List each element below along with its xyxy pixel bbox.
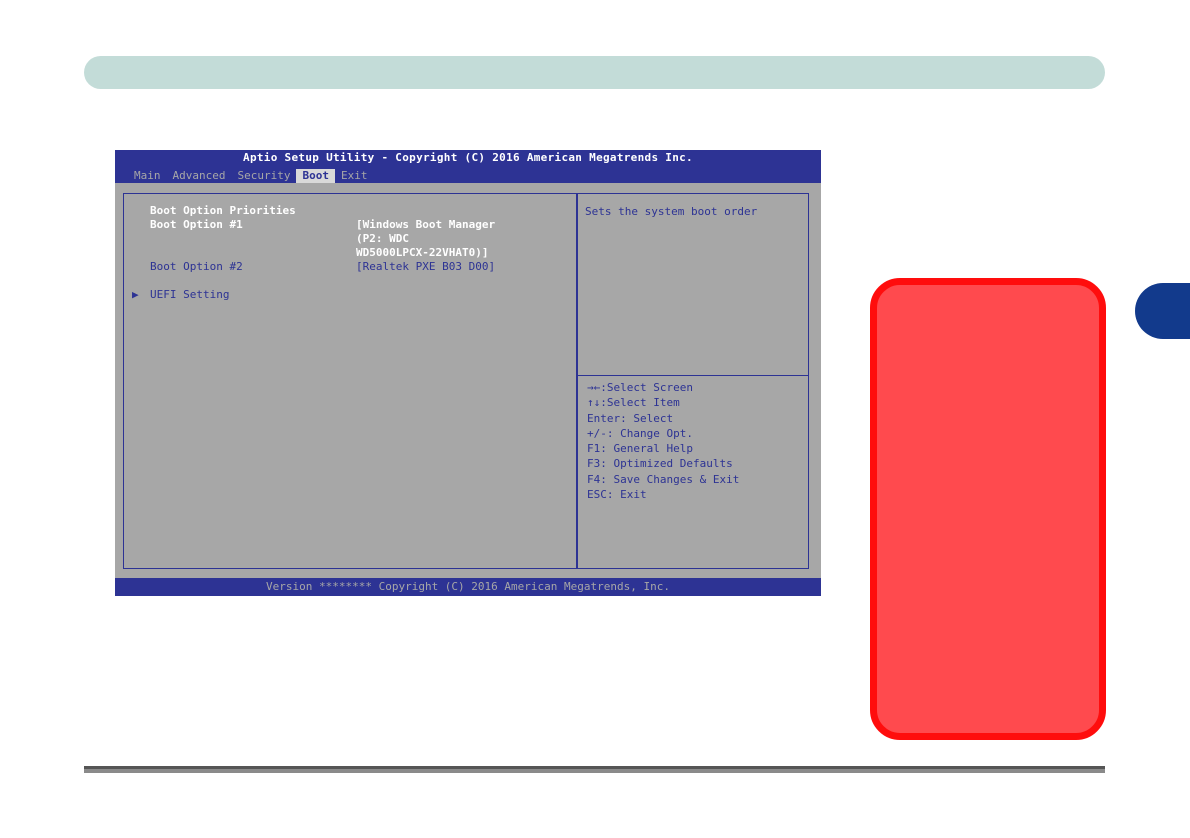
section-heading: Boot Option Priorities xyxy=(150,204,296,217)
key-hint-f4: F4: Save Changes & Exit xyxy=(587,472,740,486)
left-right-arrows-icon: →← xyxy=(587,381,601,394)
help-description: Sets the system boot order xyxy=(585,205,758,218)
boot-option-1-value-line3: WD5000LPCX-22VHAT0)] xyxy=(356,246,489,259)
boot-option-2-label[interactable]: Boot Option #2 xyxy=(150,260,243,274)
boot-option-1-value-line2: (P2: WDC xyxy=(356,232,409,245)
key-hint-change-opt: +/-: Change Opt. xyxy=(587,426,693,440)
key-legend: →←:Select Screen ↑↓:Select Item Enter: S… xyxy=(587,380,739,502)
bios-screen: Aptio Setup Utility - Copyright (C) 2016… xyxy=(115,150,821,596)
boot-option-2-value[interactable]: [Realtek PXE B03 D00] xyxy=(356,260,495,274)
up-down-arrows-icon: ↑↓ xyxy=(587,396,601,410)
help-divider xyxy=(577,375,808,376)
boot-option-1-label[interactable]: Boot Option #1 xyxy=(150,218,243,232)
bios-tab-bar: Main Advanced Security Boot Exit xyxy=(128,169,373,183)
uefi-setting-submenu[interactable]: UEFI Setting xyxy=(150,288,229,302)
key-hint-esc: ESC: Exit xyxy=(587,488,647,502)
main-panel: Boot Option Priorities Boot Option #1 [W… xyxy=(123,193,578,569)
bios-title: Aptio Setup Utility - Copyright (C) 2016… xyxy=(243,151,693,164)
help-panel: Sets the system boot order →←:Select Scr… xyxy=(576,193,809,569)
tab-main[interactable]: Main xyxy=(128,169,167,183)
boot-option-1-value[interactable]: [Windows Boot Manager xyxy=(356,218,495,232)
bios-version: Version ******** Copyright (C) 2016 Amer… xyxy=(266,580,670,593)
header-bar xyxy=(84,56,1105,89)
key-hint-enter: Enter: Select xyxy=(587,411,674,425)
bios-title-bar: Aptio Setup Utility - Copyright (C) 2016… xyxy=(115,150,821,183)
tab-security[interactable]: Security xyxy=(231,169,296,183)
chapter-tab xyxy=(1135,283,1190,339)
red-note-box xyxy=(870,278,1106,740)
tab-boot[interactable]: Boot xyxy=(296,169,335,183)
bios-footer-bar: Version ******** Copyright (C) 2016 Amer… xyxy=(115,578,821,596)
key-hint-f3: F3: Optimized Defaults xyxy=(587,457,733,471)
footer-rule xyxy=(84,766,1105,773)
key-hint-f1: F1: General Help xyxy=(587,442,693,456)
tab-exit[interactable]: Exit xyxy=(335,169,374,183)
key-hint-select-screen: →←:Select Screen xyxy=(587,381,693,394)
tab-advanced[interactable]: Advanced xyxy=(167,169,232,183)
triangle-right-icon: ▶ xyxy=(132,288,139,301)
key-hint-select-item: ↑↓:Select Item xyxy=(587,396,680,410)
